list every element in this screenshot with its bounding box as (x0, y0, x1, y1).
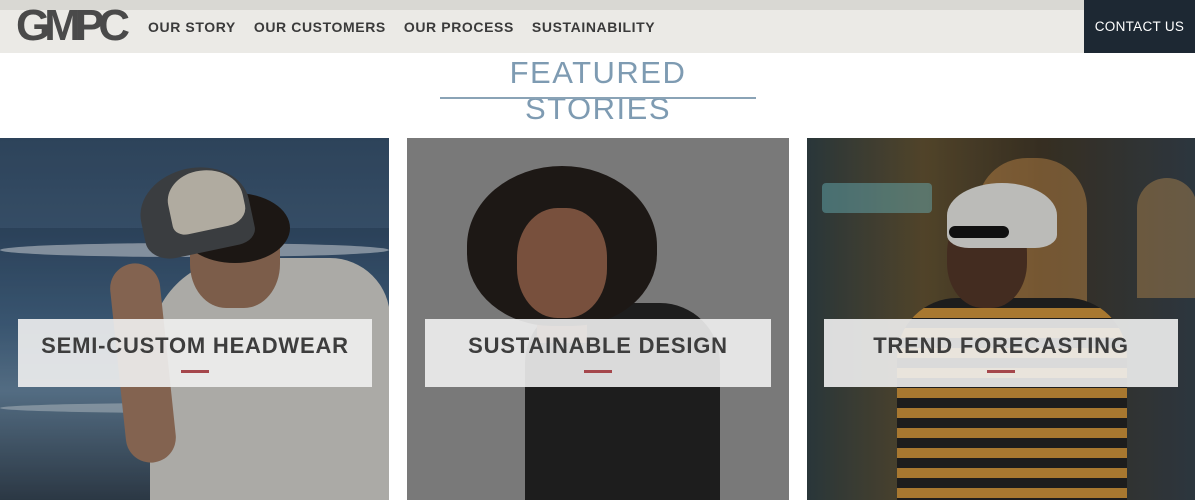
card-title: SEMI-CUSTOM HEADWEAR (41, 333, 349, 358)
story-card-headwear[interactable]: SEMI-CUSTOM HEADWEAR (0, 138, 389, 500)
card-title-rule (181, 370, 209, 373)
card-label-box[interactable]: TREND FORECASTING (824, 319, 1178, 387)
card-title-rule (987, 370, 1015, 373)
story-card-trend-forecasting[interactable]: TREND FORECASTING (807, 138, 1195, 500)
nav-our-process[interactable]: OUR PROCESS (404, 19, 514, 35)
card-title-rule (584, 370, 612, 373)
card-label-box[interactable]: SEMI-CUSTOM HEADWEAR (18, 319, 372, 387)
card-title: SUSTAINABLE DESIGN (468, 333, 728, 358)
site-header: GMPC OUR STORY OUR CUSTOMERS OUR PROCESS… (0, 0, 1195, 53)
nav-our-story[interactable]: OUR STORY (148, 19, 236, 35)
title-underline (440, 97, 756, 99)
nav-sustainability[interactable]: SUSTAINABILITY (532, 19, 655, 35)
story-card-sustainable-design[interactable]: SUSTAINABLE DESIGN (407, 138, 789, 500)
main-nav: OUR STORY OUR CUSTOMERS OUR PROCESS SUST… (148, 0, 673, 53)
featured-stories-title: FEATURED STORIES (509, 55, 687, 126)
contact-us-button[interactable]: CONTACT US (1084, 0, 1195, 53)
nav-our-customers[interactable]: OUR CUSTOMERS (254, 19, 386, 35)
gmpc-logo[interactable]: GMPC (16, 4, 130, 48)
card-title: TREND FORECASTING (873, 333, 1129, 358)
card-label-box[interactable]: SUSTAINABLE DESIGN (425, 319, 771, 387)
